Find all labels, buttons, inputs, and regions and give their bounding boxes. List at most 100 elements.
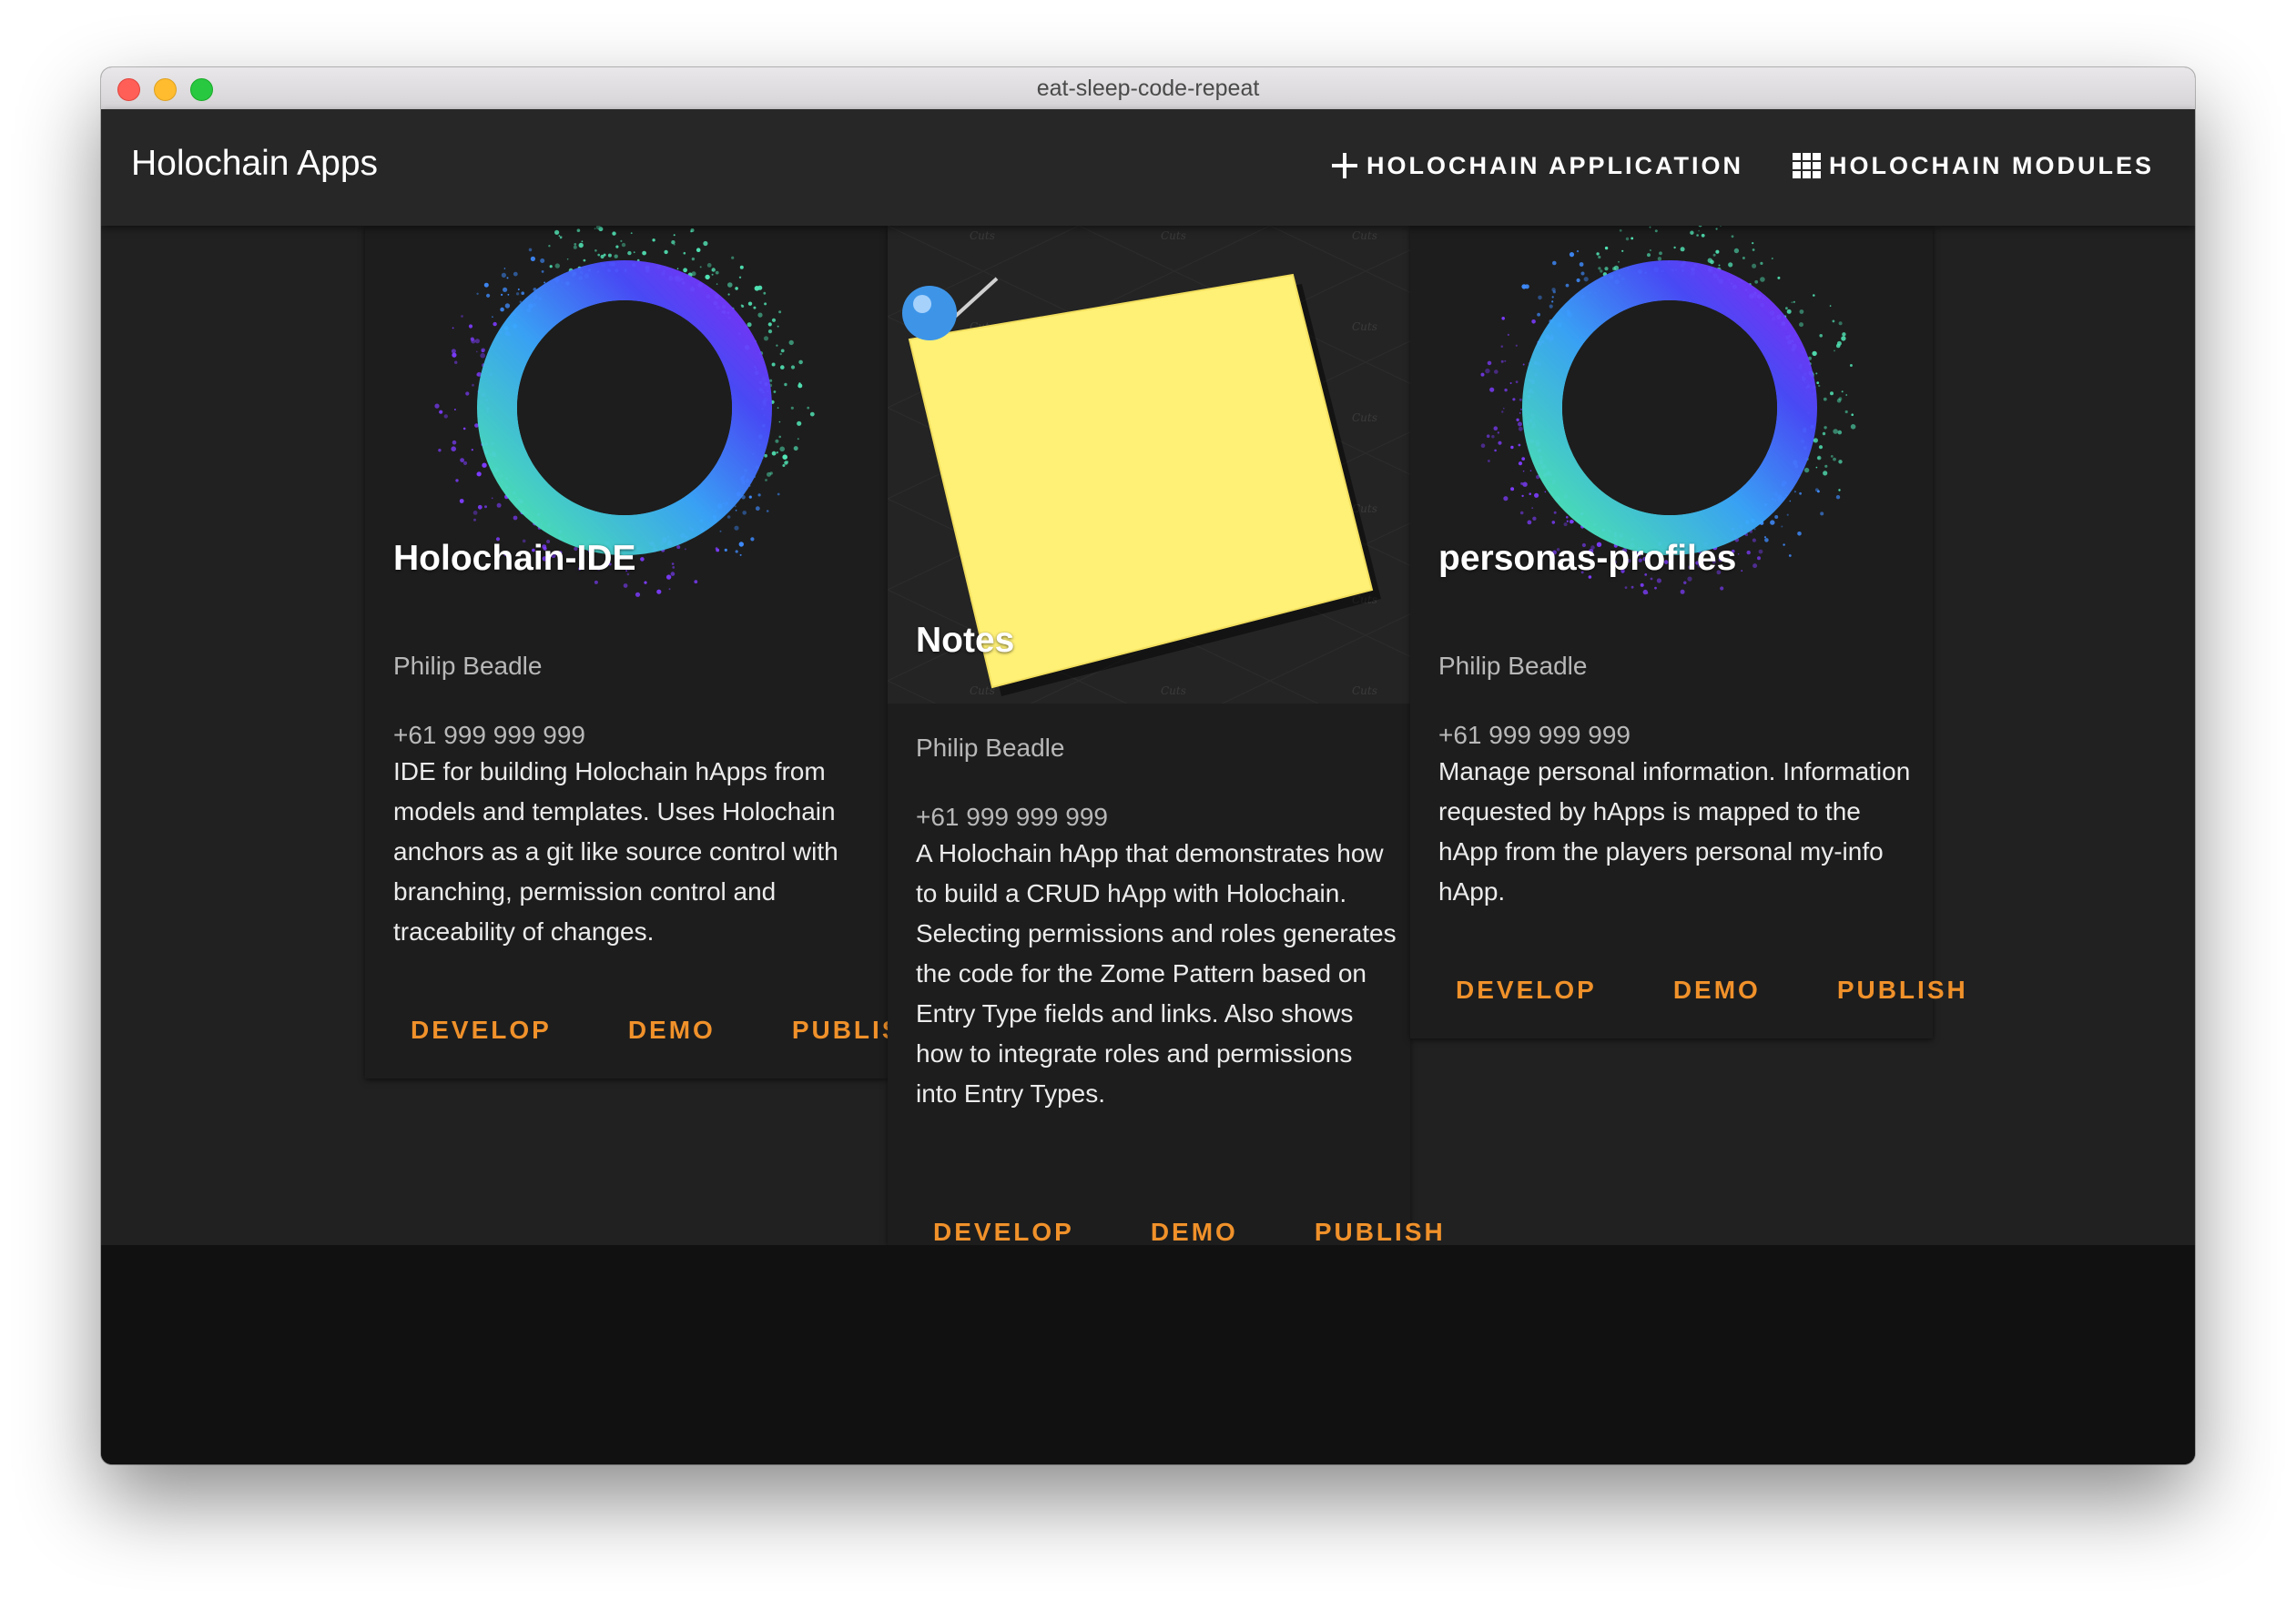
particle-dot bbox=[1718, 264, 1721, 267]
particle-dot bbox=[1830, 391, 1834, 396]
particle-dot bbox=[1497, 431, 1500, 434]
particle-dot bbox=[711, 273, 714, 276]
particle-dot bbox=[1829, 305, 1832, 307]
particle-dot bbox=[1838, 460, 1843, 464]
card-actions: DEVELOP DEMO PUBLISH bbox=[393, 1016, 923, 1061]
particle-dot bbox=[776, 451, 778, 454]
particle-dot bbox=[1817, 457, 1820, 460]
particle-dot bbox=[1696, 234, 1699, 237]
particle-dot bbox=[473, 518, 476, 522]
particle-dot bbox=[1715, 228, 1718, 230]
particle-dot bbox=[656, 589, 662, 594]
particle-dot bbox=[764, 302, 767, 306]
particle-dot bbox=[476, 471, 482, 477]
particle-dot bbox=[452, 327, 454, 329]
particle-dot bbox=[1621, 249, 1624, 252]
particle-dot bbox=[544, 281, 546, 284]
particle-dot bbox=[1600, 269, 1603, 273]
demo-button[interactable]: DEMO bbox=[1673, 976, 1761, 1021]
particle-dot bbox=[635, 592, 641, 597]
particle-dot bbox=[434, 403, 440, 409]
particle-dot bbox=[1549, 304, 1553, 309]
particle-dot bbox=[600, 254, 604, 259]
particle-dot bbox=[1824, 426, 1827, 430]
develop-button[interactable]: DEVELOP bbox=[411, 1016, 552, 1061]
particle-dot bbox=[784, 382, 787, 387]
particle-dot bbox=[691, 257, 696, 261]
particle-dot bbox=[1786, 309, 1792, 314]
particle-dot bbox=[1777, 276, 1781, 279]
particle-dot bbox=[1793, 491, 1796, 493]
particle-dot bbox=[607, 253, 612, 258]
particle-dot bbox=[1521, 494, 1524, 498]
particle-dot bbox=[1812, 350, 1817, 357]
particle-dot bbox=[1527, 520, 1532, 525]
particle-dot bbox=[576, 228, 581, 232]
particle-dot bbox=[1534, 492, 1539, 498]
particle-dot bbox=[438, 449, 442, 452]
particle-dot bbox=[1837, 430, 1843, 435]
particle-dot bbox=[780, 349, 785, 353]
particle-dot bbox=[1509, 382, 1512, 384]
holochain-modules-button[interactable]: HOLOCHAIN MODULES bbox=[1791, 146, 2154, 186]
particle-dot bbox=[1494, 449, 1497, 452]
particle-dot bbox=[1522, 470, 1525, 472]
particle-dot bbox=[775, 439, 779, 443]
particle-dot bbox=[731, 256, 735, 259]
particle-dot bbox=[765, 479, 767, 481]
particle-dot bbox=[1487, 460, 1490, 462]
particle-dot bbox=[476, 372, 480, 377]
particle-dot bbox=[1504, 388, 1508, 392]
particle-dot bbox=[1842, 332, 1846, 337]
particle-dot bbox=[476, 350, 478, 353]
particle-dot bbox=[750, 537, 755, 542]
particle-dot bbox=[779, 352, 782, 356]
particle-dot bbox=[1752, 248, 1755, 251]
app-bar: Holochain Apps HOLOCHAIN APPLICATION HOL… bbox=[101, 109, 2195, 226]
add-holochain-application-button[interactable]: HOLOCHAIN APPLICATION bbox=[1328, 146, 1743, 186]
particle-dot bbox=[503, 287, 508, 292]
particle-dot bbox=[683, 251, 686, 255]
particle-dot bbox=[462, 461, 468, 465]
particle-dot bbox=[1733, 248, 1740, 254]
particle-dot bbox=[1654, 229, 1658, 233]
particle-dot bbox=[491, 497, 493, 500]
particle-dot bbox=[1520, 481, 1524, 485]
particle-dot bbox=[1519, 412, 1521, 414]
particle-dot bbox=[1485, 368, 1490, 374]
particle-dot bbox=[764, 453, 767, 458]
develop-button[interactable]: DEVELOP bbox=[1456, 976, 1597, 1021]
particle-dot bbox=[1793, 300, 1795, 303]
particle-dot bbox=[1835, 495, 1841, 500]
particle-dot bbox=[1654, 586, 1657, 590]
particle-dot bbox=[1500, 345, 1504, 348]
particle-dot bbox=[778, 420, 781, 423]
publish-button[interactable]: PUBLISH bbox=[1837, 976, 1968, 1021]
particle-dot bbox=[1757, 556, 1761, 561]
particle-dot bbox=[1522, 481, 1528, 487]
particle-dot bbox=[1791, 301, 1793, 304]
particle-dot bbox=[1836, 398, 1842, 403]
card-actions: DEVELOP DEMO PUBLISH bbox=[1438, 976, 1968, 1021]
particle-dot bbox=[1625, 237, 1630, 241]
demo-button[interactable]: DEMO bbox=[628, 1016, 716, 1061]
particle-dot bbox=[455, 479, 459, 482]
particle-dot bbox=[777, 492, 780, 496]
particle-dot bbox=[1531, 507, 1534, 509]
particle-dot bbox=[1783, 543, 1785, 546]
particle-dot bbox=[1797, 532, 1802, 536]
particle-dot bbox=[778, 435, 781, 439]
particle-dot bbox=[597, 253, 600, 257]
particle-dot bbox=[1604, 267, 1609, 271]
particle-dot bbox=[506, 277, 509, 279]
particle-dot bbox=[1851, 413, 1854, 416]
particle-dot bbox=[472, 511, 478, 515]
particle-dot bbox=[715, 270, 719, 275]
particle-dot bbox=[1741, 570, 1743, 572]
particle-dot bbox=[1781, 525, 1783, 528]
particle-dot bbox=[1521, 284, 1527, 289]
particle-dot bbox=[1612, 267, 1617, 271]
particle-dot bbox=[771, 451, 777, 456]
particle-dot bbox=[1598, 255, 1601, 259]
particle-dot bbox=[1576, 278, 1580, 283]
